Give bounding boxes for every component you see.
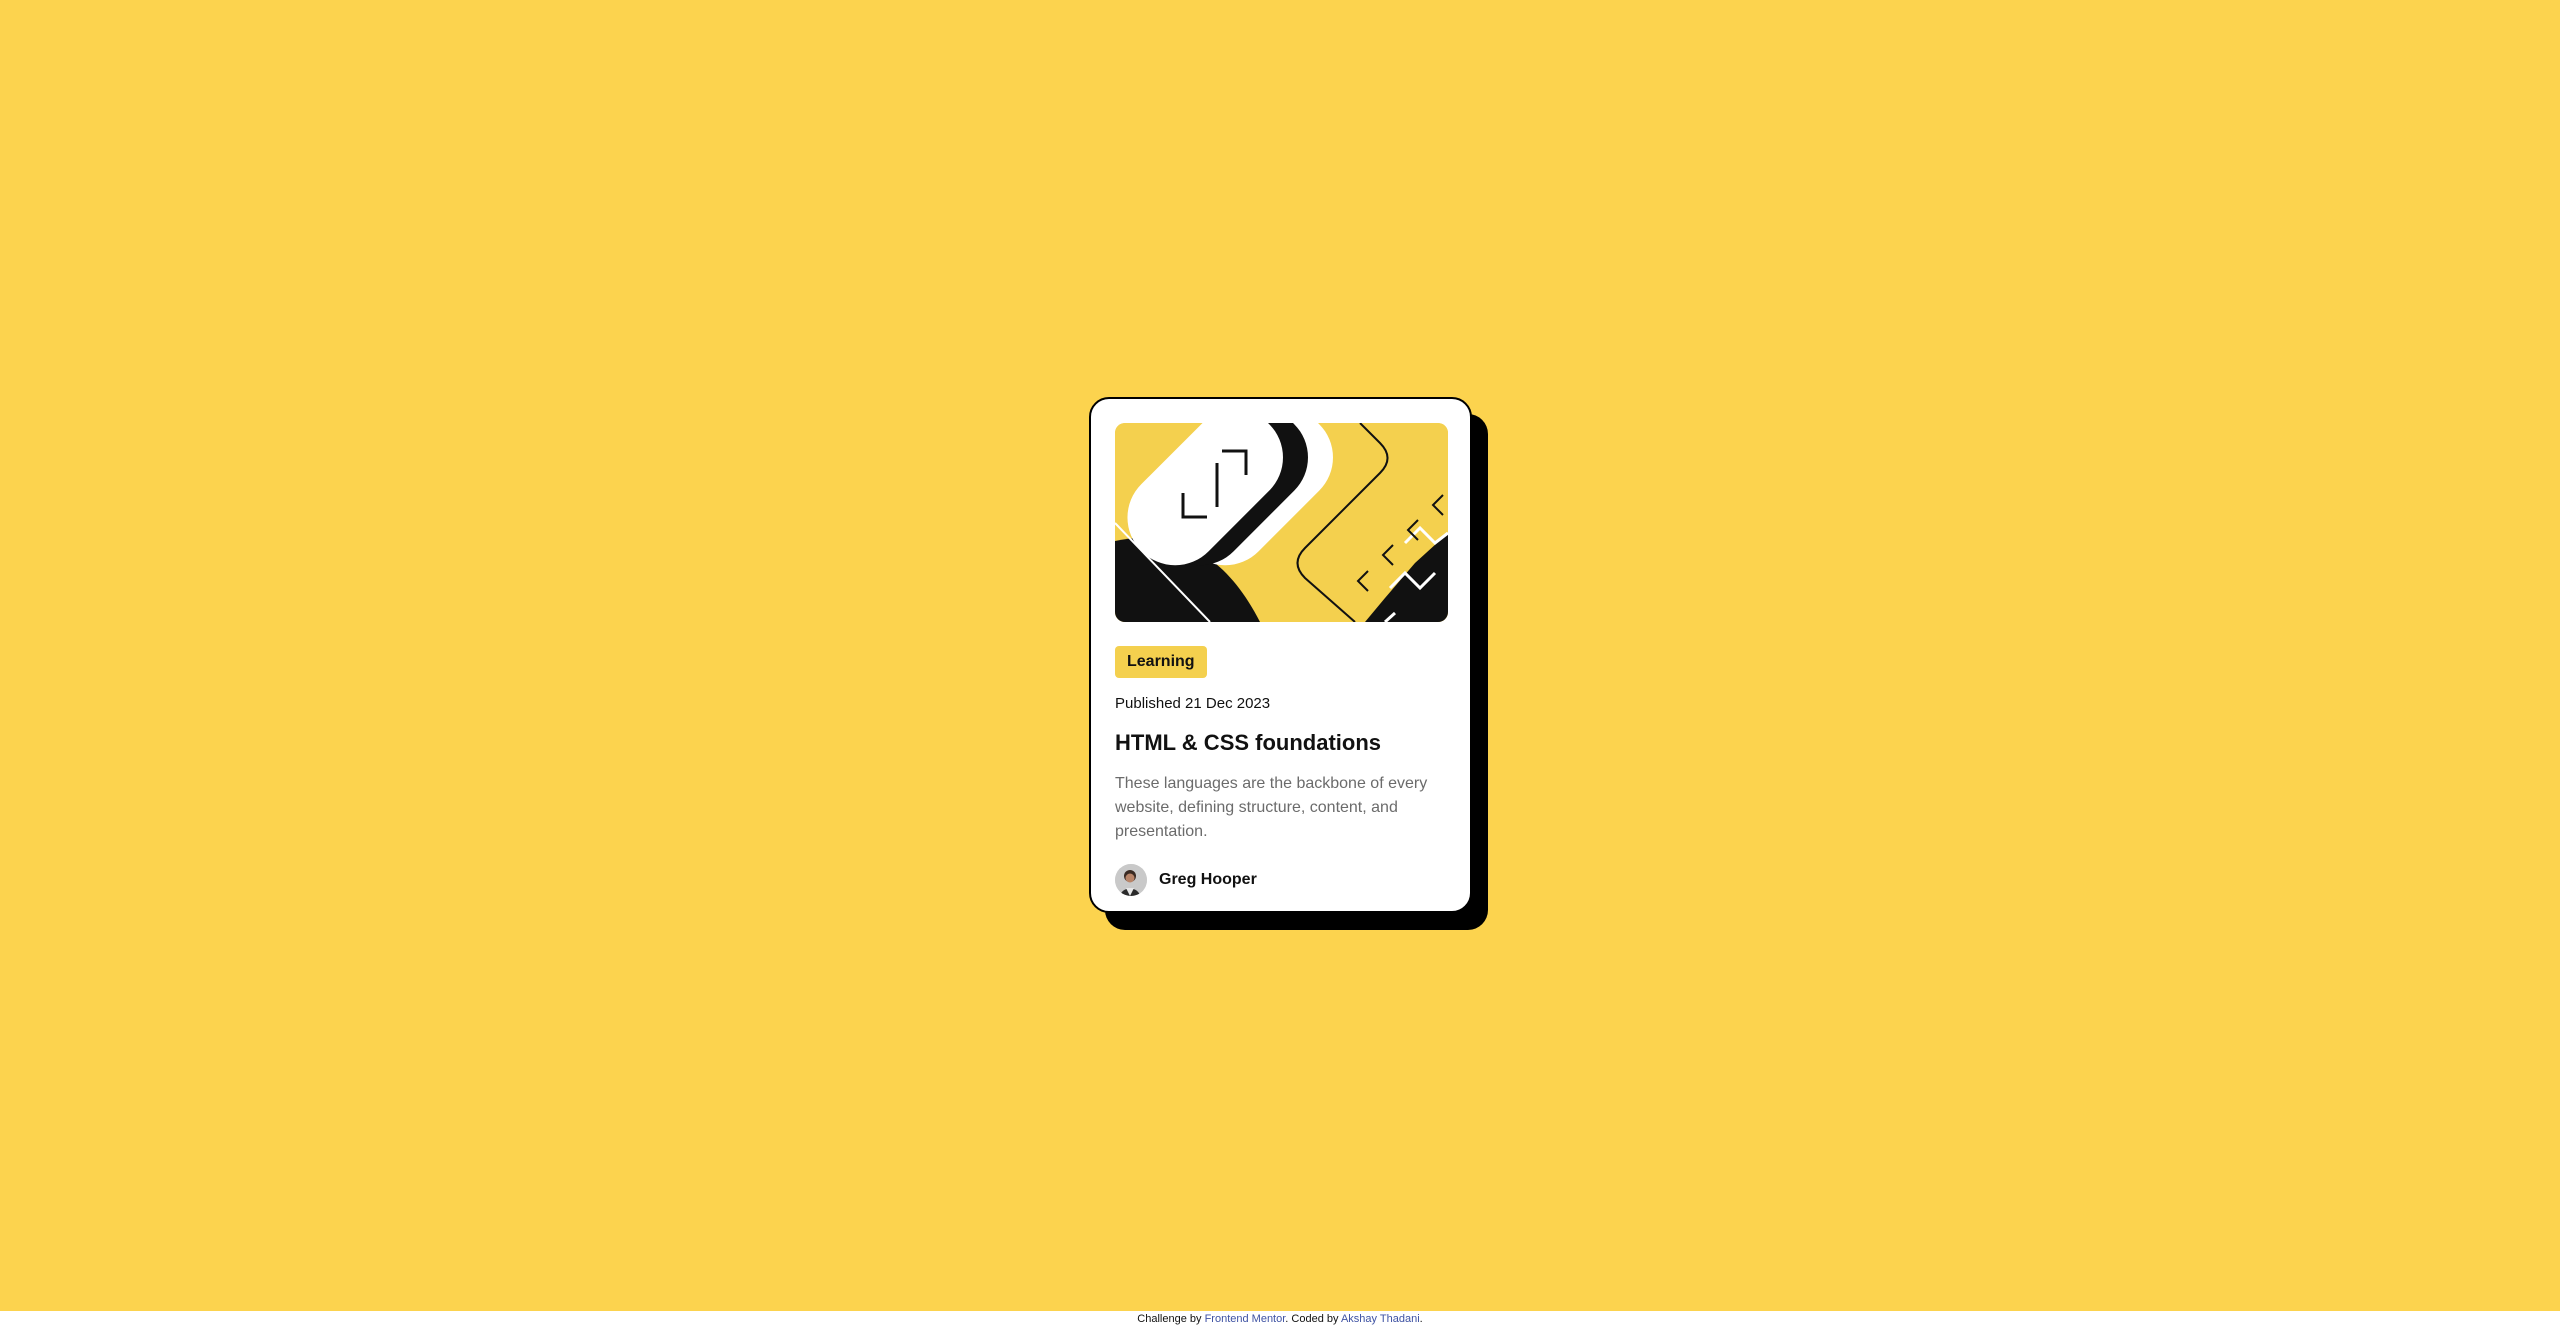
blog-preview-card: Learning Published 21 Dec 2023 HTML & CS…: [1089, 397, 1472, 913]
attribution-middle: . Coded by: [1285, 1313, 1341, 1325]
card-title[interactable]: HTML & CSS foundations: [1115, 728, 1446, 758]
frontend-mentor-link[interactable]: Frontend Mentor: [1205, 1313, 1286, 1325]
hero-illustration: [1115, 423, 1448, 622]
author-name: Greg Hooper: [1159, 871, 1257, 888]
card-description: These languages are the backbone of ever…: [1115, 775, 1428, 840]
attribution-prefix: Challenge by: [1137, 1313, 1205, 1325]
author: Greg Hooper: [1115, 864, 1446, 896]
abstract-illustration-icon: [1115, 423, 1448, 622]
category-tag: Learning: [1115, 646, 1207, 678]
published-date: Published 21 Dec 2023: [1115, 695, 1271, 712]
avatar: [1115, 864, 1147, 896]
attribution-suffix: .: [1419, 1313, 1423, 1325]
avatar-photo-icon: [1115, 864, 1147, 896]
attribution: Challenge by Frontend Mentor. Coded by A…: [0, 1311, 2560, 1328]
author-link[interactable]: Akshay Thadani: [1341, 1313, 1420, 1325]
page-background: Learning Published 21 Dec 2023 HTML & CS…: [0, 0, 2560, 1311]
